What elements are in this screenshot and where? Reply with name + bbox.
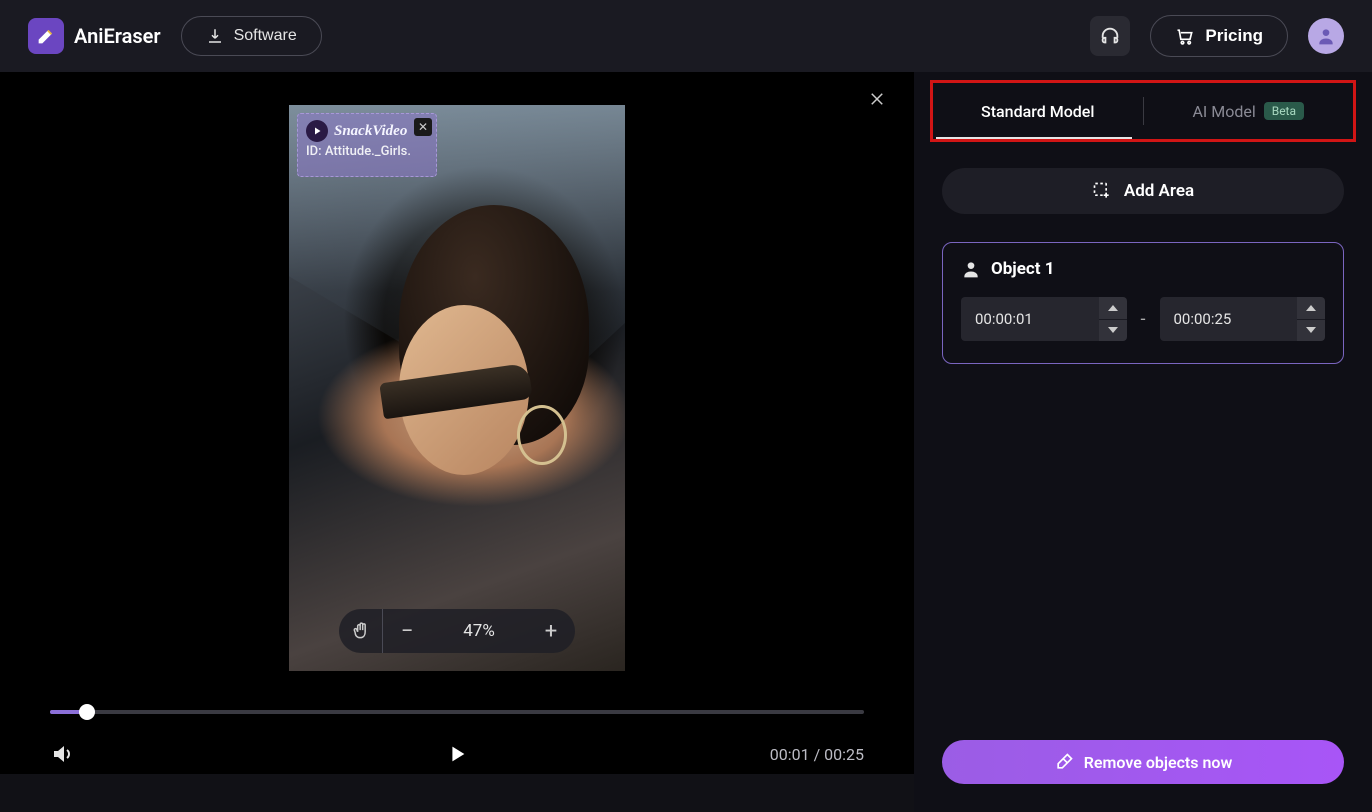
object-card: Object 1 00:00:01	[942, 242, 1344, 364]
app-logo-icon	[28, 18, 64, 54]
user-avatar[interactable]	[1308, 18, 1344, 54]
add-area-button[interactable]: Add Area	[942, 168, 1344, 214]
duration: 00:25	[824, 745, 864, 764]
object-title: Object 1	[991, 259, 1054, 279]
watermark-close-button[interactable]: ✕	[414, 118, 432, 136]
time-dash: -	[1141, 309, 1146, 330]
cart-icon	[1175, 26, 1195, 46]
watermark-brand: SnackVideo	[334, 123, 407, 140]
side-panel: Standard Model AI Model Beta Add Area	[914, 72, 1372, 812]
zoom-in-button[interactable]: +	[527, 619, 575, 644]
app-header: AniEraser Software Pricing	[0, 0, 1372, 72]
video-container: ✕ SnackVideo ID: Attitude._Girls.	[0, 72, 914, 704]
remove-label: Remove objects now	[1084, 753, 1233, 772]
pricing-button[interactable]: Pricing	[1150, 15, 1288, 57]
beta-badge: Beta	[1264, 102, 1304, 120]
bottom-strip	[0, 774, 914, 812]
timeline-row	[0, 704, 914, 714]
end-time-up[interactable]	[1297, 297, 1325, 320]
pan-tool-button[interactable]	[339, 609, 383, 653]
model-tabs-highlight: Standard Model AI Model Beta	[930, 80, 1356, 142]
app-name: AniEraser	[74, 24, 161, 48]
remove-objects-button[interactable]: Remove objects now	[942, 740, 1344, 784]
volume-icon	[50, 742, 74, 766]
play-icon	[446, 743, 468, 765]
tab-standard-model[interactable]: Standard Model	[933, 83, 1143, 139]
volume-button[interactable]	[50, 742, 74, 766]
end-time-down[interactable]	[1297, 320, 1325, 342]
video-preview-area: ✕ SnackVideo ID: Attitude._Girls.	[0, 72, 914, 812]
person-icon	[1316, 26, 1336, 46]
play-button[interactable]	[446, 743, 468, 765]
add-area-label: Add Area	[1124, 181, 1194, 201]
download-icon	[206, 27, 224, 45]
zoom-out-button[interactable]: −	[383, 619, 431, 644]
eraser-icon	[1054, 752, 1074, 772]
tab-ai-model[interactable]: AI Model Beta	[1144, 83, 1354, 139]
logo-block: AniEraser	[28, 18, 161, 54]
software-button[interactable]: Software	[181, 16, 322, 56]
add-area-icon	[1092, 181, 1112, 201]
watermark-id: ID: Attitude._Girls.	[298, 144, 436, 165]
support-button[interactable]	[1090, 16, 1130, 56]
pricing-label: Pricing	[1205, 26, 1263, 46]
zoom-controls: − 47% +	[339, 609, 575, 653]
playback-controls: 00:01 / 00:25	[0, 714, 914, 774]
hand-icon	[351, 621, 371, 641]
watermark-selection[interactable]: ✕ SnackVideo ID: Attitude._Girls.	[297, 113, 437, 177]
start-time-value[interactable]: 00:00:01	[961, 297, 1099, 341]
tab-underline	[936, 137, 1132, 139]
headset-icon	[1099, 25, 1121, 47]
watermark-brand-icon	[306, 120, 328, 142]
video-still	[289, 105, 625, 671]
zoom-value: 47%	[431, 621, 527, 641]
end-time-value[interactable]: 00:00:25	[1160, 297, 1298, 341]
time-display: 00:01 / 00:25	[770, 745, 864, 764]
start-time-up[interactable]	[1099, 297, 1127, 320]
video-frame[interactable]: ✕ SnackVideo ID: Attitude._Girls.	[289, 105, 625, 671]
end-time-field[interactable]: 00:00:25	[1160, 297, 1326, 341]
start-time-down[interactable]	[1099, 320, 1127, 342]
current-time: 00:01	[770, 745, 810, 764]
close-preview-button[interactable]	[868, 90, 886, 108]
software-label: Software	[234, 27, 297, 45]
start-time-field[interactable]: 00:00:01	[961, 297, 1127, 341]
object-icon	[961, 259, 981, 279]
